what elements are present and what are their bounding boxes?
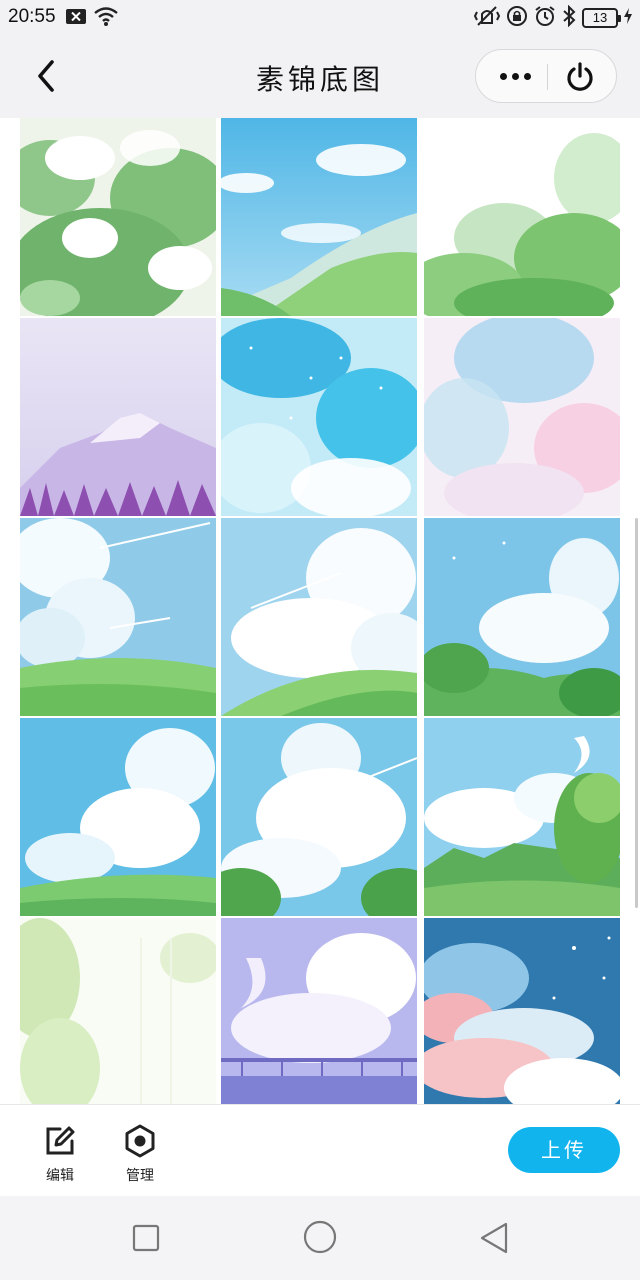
edit-icon	[46, 1126, 75, 1155]
circle-icon	[303, 1220, 337, 1254]
square-icon	[132, 1224, 160, 1252]
edit-button[interactable]: 编辑	[30, 1123, 90, 1185]
close-button[interactable]	[564, 61, 596, 93]
wifi-icon	[93, 5, 119, 31]
status-icons: 13	[473, 4, 632, 31]
scrollbar[interactable]	[635, 518, 638, 908]
wallpaper-thumbnail[interactable]	[424, 318, 620, 516]
notification-x-icon	[66, 9, 86, 24]
status-time: 20:55	[8, 6, 56, 27]
wallpaper-thumbnail[interactable]	[424, 918, 620, 1104]
wallpaper-thumbnail[interactable]	[20, 918, 216, 1104]
wallpaper-thumbnail[interactable]	[20, 718, 216, 916]
charging-bolt-icon	[624, 8, 632, 28]
back-system-button[interactable]	[480, 1222, 510, 1258]
wallpaper-thumbnail[interactable]	[221, 918, 417, 1104]
wallpaper-thumbnail[interactable]	[221, 318, 417, 516]
capsule-divider	[547, 64, 548, 90]
wallpaper-thumbnail[interactable]	[424, 718, 620, 916]
lock-rotation-icon	[506, 5, 528, 31]
wallpaper-thumbnail[interactable]	[20, 318, 216, 516]
battery-icon: 13	[582, 8, 621, 28]
status-bar: 20:55 13	[0, 0, 640, 34]
wallpaper-thumbnail[interactable]	[424, 118, 620, 316]
mini-program-capsule	[475, 49, 617, 103]
wallpaper-grid	[0, 118, 640, 1104]
wallpaper-thumbnail[interactable]	[221, 518, 417, 716]
alarm-icon	[534, 5, 556, 31]
home-button[interactable]	[303, 1220, 337, 1258]
manage-label: 管理	[126, 1168, 154, 1184]
wallpaper-thumbnail[interactable]	[221, 718, 417, 916]
manage-button[interactable]: 管理	[110, 1123, 170, 1185]
wallpaper-thumbnail[interactable]	[424, 518, 620, 716]
manage-icon	[125, 1124, 155, 1158]
power-icon	[567, 62, 593, 91]
vibrate-icon	[473, 5, 501, 31]
system-nav-bar	[0, 1196, 640, 1280]
bottom-toolbar: 编辑 管理 上传	[0, 1104, 640, 1196]
wallpaper-thumbnail[interactable]	[221, 118, 417, 316]
more-dots-icon	[499, 72, 507, 80]
recent-apps-button[interactable]	[132, 1224, 160, 1256]
nav-bar: 素锦底图	[0, 34, 640, 118]
wallpaper-thumbnail[interactable]	[20, 518, 216, 716]
more-button[interactable]	[486, 50, 544, 102]
wallpaper-thumbnail[interactable]	[20, 118, 216, 316]
upload-button[interactable]: 上传	[508, 1127, 620, 1173]
bluetooth-icon	[562, 4, 576, 31]
edit-label: 编辑	[46, 1168, 74, 1184]
triangle-back-icon	[480, 1222, 508, 1254]
